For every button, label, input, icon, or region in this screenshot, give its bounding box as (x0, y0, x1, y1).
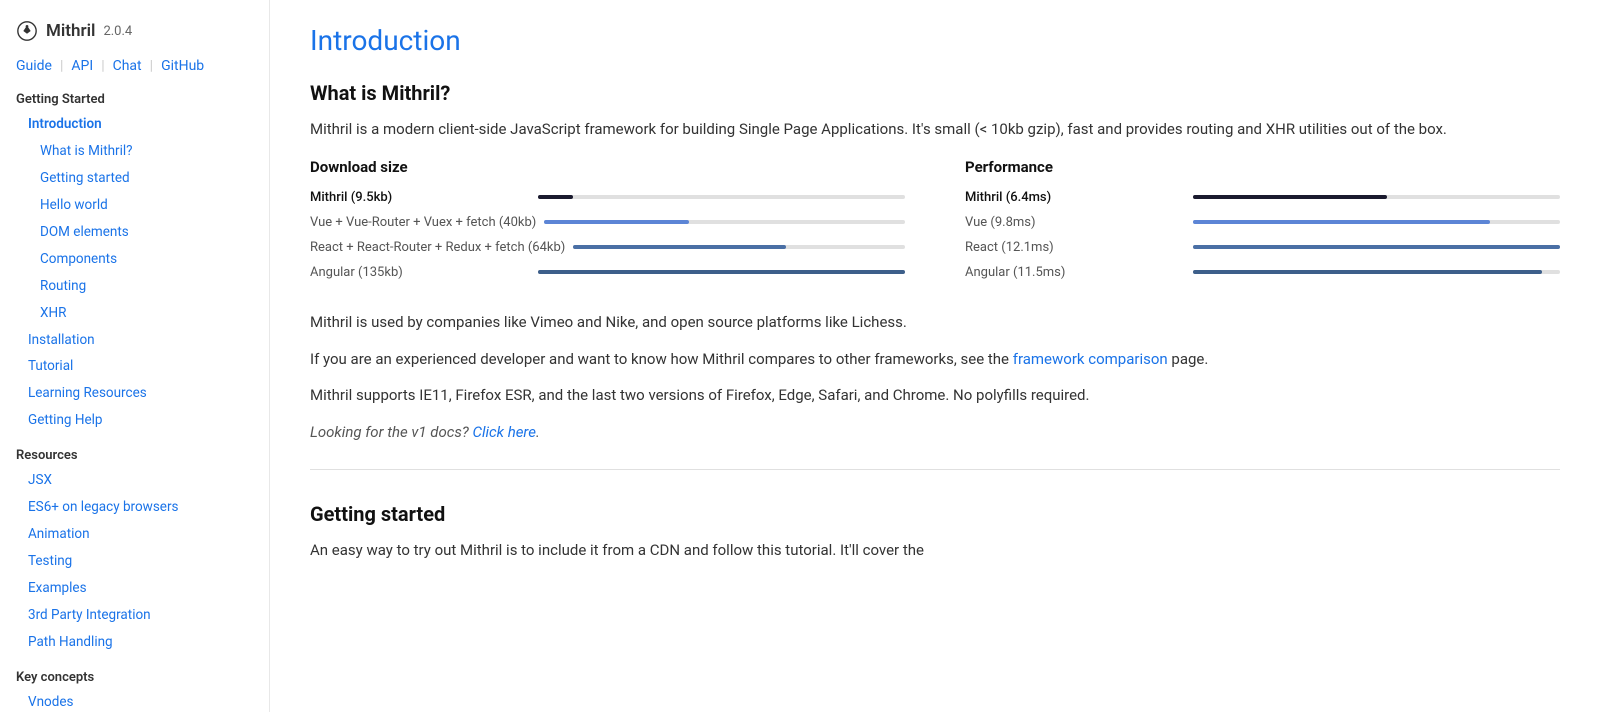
bar-label: React + React-Router + Redux + fetch (64… (310, 240, 565, 255)
what-is-description: Mithril is a modern client-side JavaScri… (310, 117, 1560, 142)
brand-name: Mithril (46, 21, 95, 41)
sidebar-item-3rdparty[interactable]: 3rd Party Integration (16, 602, 253, 629)
sidebar-item-examples[interactable]: Examples (16, 575, 253, 602)
framework-comparison-link[interactable]: framework comparison (1013, 350, 1168, 368)
getting-started-section: Getting Started (16, 92, 253, 107)
performance-chart: Performance Mithril (6.4ms) Vue (9.8ms) Re… (965, 158, 1560, 290)
bar-label: React (12.1ms) (965, 240, 1185, 255)
sidebar-item-getting-started[interactable]: Getting started (16, 165, 253, 192)
companies-text: Mithril is used by companies like Vimeo … (310, 310, 1560, 335)
bar-label: Vue (9.8ms) (965, 215, 1185, 230)
v1-docs-link[interactable]: Click here (472, 423, 535, 441)
sidebar-item-tutorial[interactable]: Tutorial (16, 353, 253, 380)
sidebar-item-learning-resources[interactable]: Learning Resources (16, 380, 253, 407)
bar-label: Angular (11.5ms) (965, 265, 1185, 280)
main-content: Introduction What is Mithril? Mithril is… (270, 0, 1600, 712)
bar-row: React (12.1ms) (965, 240, 1560, 255)
bar-row: Angular (135kb) (310, 265, 905, 280)
comparison-text-after: page. (1168, 350, 1209, 368)
bar-fill (538, 270, 905, 274)
github-link[interactable]: GitHub (161, 58, 204, 74)
bar-fill (1193, 245, 1560, 249)
bar-fill (573, 245, 785, 249)
download-size-chart: Download size Mithril (9.5kb) Vue + Vue-R… (310, 158, 905, 290)
bar-fill (538, 195, 573, 199)
sidebar-item-getting-help[interactable]: Getting Help (16, 407, 253, 434)
brand-version: 2.0.4 (103, 24, 132, 39)
v1-note-after: . (536, 423, 540, 441)
chat-link[interactable]: Chat (113, 58, 142, 74)
sidebar: Mithril 2.0.4 Guide | API | Chat | GitHu… (0, 0, 270, 712)
bar-track (538, 270, 905, 274)
performance-bars: Mithril (6.4ms) Vue (9.8ms) React (12.1ms)… (965, 190, 1560, 280)
sidebar-item-installation[interactable]: Installation (16, 327, 253, 354)
comparison-text-before: If you are an experienced developer and … (310, 350, 1013, 368)
section-divider (310, 469, 1560, 470)
download-bars: Mithril (9.5kb) Vue + Vue-Router + Vuex +… (310, 190, 905, 280)
bar-label: Vue + Vue-Router + Vuex + fetch (40kb) (310, 215, 536, 230)
sidebar-item-es6[interactable]: ES6+ on legacy browsers (16, 494, 253, 521)
bar-fill (544, 220, 688, 224)
resources-section: Resources (16, 448, 253, 463)
sidebar-item-jsx[interactable]: JSX (16, 467, 253, 494)
bar-track (544, 220, 905, 224)
bar-row: Vue + Vue-Router + Vuex + fetch (40kb) (310, 215, 905, 230)
key-concepts-section: Key concepts (16, 670, 253, 685)
brand: Mithril 2.0.4 (16, 20, 253, 42)
page-title: Introduction (310, 24, 1560, 57)
bar-row: Mithril (6.4ms) (965, 190, 1560, 205)
what-is-heading: What is Mithril? (310, 81, 1560, 105)
bar-fill (1193, 220, 1490, 224)
getting-started-heading: Getting started (310, 502, 1560, 526)
sidebar-item-animation[interactable]: Animation (16, 521, 253, 548)
v1-note-before: Looking for the v1 docs? (310, 423, 472, 441)
sidebar-item-xhr[interactable]: XHR (16, 300, 253, 327)
sidebar-item-routing[interactable]: Routing (16, 273, 253, 300)
sidebar-item-dom-elements[interactable]: DOM elements (16, 219, 253, 246)
bar-track (1193, 270, 1560, 274)
v1-note: Looking for the v1 docs? Click here. (310, 420, 1560, 445)
bar-track (1193, 195, 1560, 199)
comparison-paragraph: If you are an experienced developer and … (310, 347, 1560, 372)
sidebar-item-components[interactable]: Components (16, 246, 253, 273)
bar-track (1193, 245, 1560, 249)
bar-label: Mithril (9.5kb) (310, 190, 530, 205)
sidebar-item-path-handling[interactable]: Path Handling (16, 629, 253, 656)
sidebar-item-hello-world[interactable]: Hello world (16, 192, 253, 219)
sidebar-item-introduction[interactable]: Introduction (16, 111, 253, 138)
bar-fill (1193, 270, 1542, 274)
mithril-logo (16, 20, 38, 42)
download-size-title: Download size (310, 158, 905, 176)
bar-track (573, 245, 905, 249)
sidebar-item-vnodes[interactable]: Vnodes (16, 689, 253, 712)
bar-row: Mithril (9.5kb) (310, 190, 905, 205)
api-link[interactable]: API (71, 58, 93, 74)
bar-track (1193, 220, 1560, 224)
bar-label: Mithril (6.4ms) (965, 190, 1185, 205)
sidebar-item-testing[interactable]: Testing (16, 548, 253, 575)
guide-link[interactable]: Guide (16, 58, 52, 74)
bar-row: Vue (9.8ms) (965, 215, 1560, 230)
sidebar-item-what-is-mithril[interactable]: What is Mithril? (16, 138, 253, 165)
charts-container: Download size Mithril (9.5kb) Vue + Vue-R… (310, 158, 1560, 290)
top-nav: Guide | API | Chat | GitHub (16, 58, 253, 74)
support-text: Mithril supports IE11, Firefox ESR, and … (310, 383, 1560, 408)
bar-row: React + React-Router + Redux + fetch (64… (310, 240, 905, 255)
bar-row: Angular (11.5ms) (965, 265, 1560, 280)
bar-label: Angular (135kb) (310, 265, 530, 280)
performance-title: Performance (965, 158, 1560, 176)
bar-fill (1193, 195, 1387, 199)
getting-started-desc: An easy way to try out Mithril is to inc… (310, 538, 1560, 563)
bar-track (538, 195, 905, 199)
